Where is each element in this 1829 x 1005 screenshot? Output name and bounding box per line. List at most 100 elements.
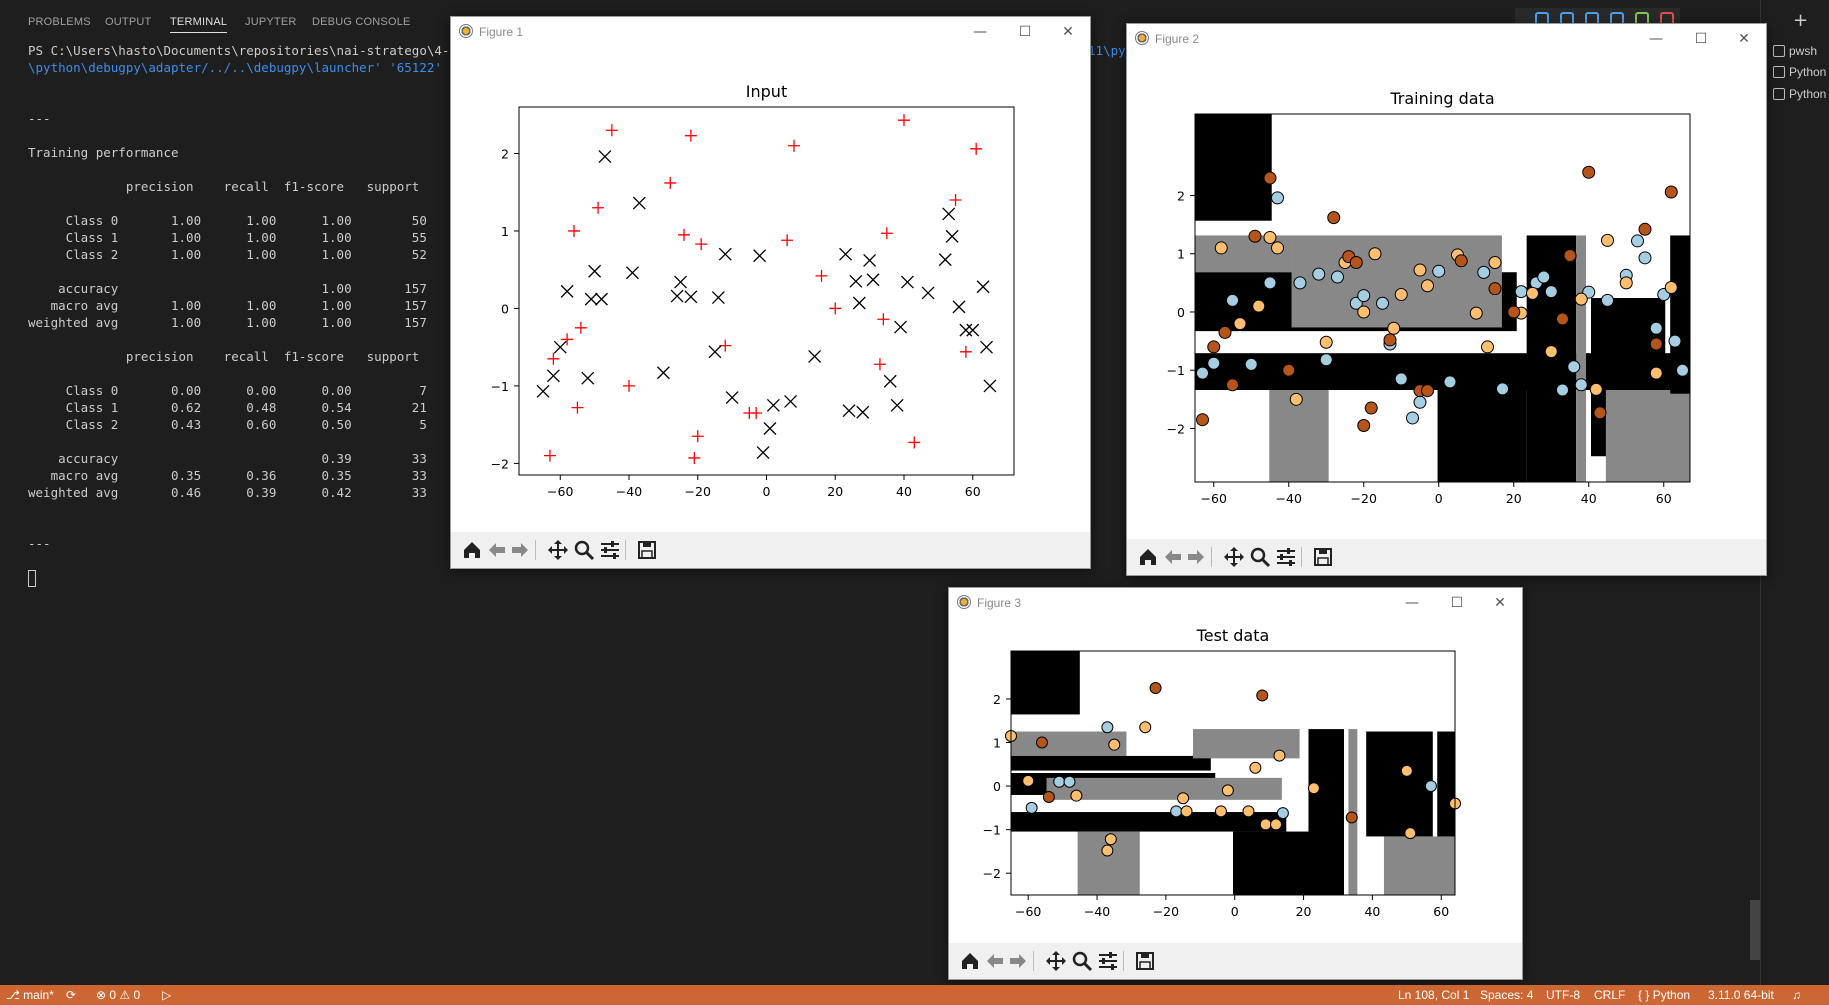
figure-window-1[interactable]: Figure 1 — ☐ ✕ −60 −40 −20 0 20 40 60 −2 −1 0 1 2 In… <box>450 16 1091 569</box>
minimize-icon[interactable]: — <box>1402 593 1422 613</box>
data-point <box>1263 171 1277 185</box>
problems-indicator[interactable]: ⊗ 0 ⚠ 0 <box>96 988 140 1002</box>
y-tick-label: 0 <box>1177 305 1185 320</box>
y-tick-label: 2 <box>1177 189 1185 204</box>
report-row: Class 2 1.00 1.00 1.00 52 <box>28 247 427 262</box>
report-row: Class 2 0.43 0.60 0.50 5 <box>28 417 427 432</box>
x-tick-label: 40 <box>1364 904 1380 919</box>
data-point <box>1477 265 1491 279</box>
x-tick-label: 40 <box>896 484 912 499</box>
home-icon[interactable] <box>959 950 981 972</box>
close-icon[interactable]: ✕ <box>1734 29 1754 49</box>
terminal-item-python[interactable]: Python <box>1773 65 1826 79</box>
decision-region <box>1308 729 1344 895</box>
bell-icon[interactable]: ♫ <box>1792 988 1801 1002</box>
configure-icon[interactable] <box>1097 950 1119 972</box>
forward-icon[interactable] <box>1185 546 1207 568</box>
data-point <box>1312 267 1326 281</box>
pan-icon[interactable] <box>1045 950 1067 972</box>
language-mode[interactable]: { } Python <box>1638 988 1690 1002</box>
forward-icon[interactable] <box>1007 950 1029 972</box>
configure-icon[interactable] <box>599 539 621 561</box>
data-point <box>1544 345 1558 359</box>
debug-icon[interactable]: ▷ <box>162 988 171 1002</box>
window-titlebar[interactable]: Figure 1 — ☐ ✕ <box>451 17 1090 47</box>
data-point <box>1327 211 1341 225</box>
data-point <box>1400 764 1413 777</box>
data-point <box>1025 801 1038 814</box>
data-point <box>1556 383 1569 397</box>
data-point <box>1383 333 1397 347</box>
data-point <box>1271 241 1284 255</box>
encoding[interactable]: UTF-8 <box>1546 988 1580 1002</box>
tab-jupyter[interactable]: JUPYTER <box>245 16 297 28</box>
decision-region <box>1526 235 1577 482</box>
report-header: precision recall f1-score support <box>28 179 420 194</box>
maximize-icon[interactable]: ☐ <box>1015 22 1035 42</box>
terminal-item-python[interactable]: Python <box>1773 87 1826 101</box>
input-chart: −60 −40 −20 0 20 40 60 −2 −1 0 1 2 Input <box>491 82 1015 499</box>
scrollbar[interactable] <box>1750 900 1760 960</box>
save-icon[interactable] <box>1134 950 1156 972</box>
decision-region <box>1605 390 1690 482</box>
pan-icon[interactable] <box>547 539 569 561</box>
minimize-icon[interactable]: — <box>1646 29 1666 49</box>
line-ending[interactable]: CRLF <box>1594 988 1625 1002</box>
terminal-item-label: pwsh <box>1789 44 1818 58</box>
data-point <box>1293 276 1307 290</box>
x-tick-label: −60 <box>1201 491 1227 506</box>
forward-icon[interactable] <box>509 539 531 561</box>
terminal-item-label: Python <box>1789 87 1827 101</box>
matplotlib-icon <box>957 595 971 609</box>
report-row: weighted avg 1.00 1.00 1.00 157 <box>28 315 427 330</box>
window-titlebar[interactable]: Figure 2 — ☐ ✕ <box>1127 24 1766 54</box>
home-icon[interactable] <box>461 539 483 561</box>
branch-indicator[interactable]: ⎇ main* <box>6 988 54 1002</box>
save-icon[interactable] <box>636 539 658 561</box>
tab-problems[interactable]: PROBLEMS <box>28 16 91 28</box>
back-icon[interactable] <box>1162 546 1184 568</box>
figure-window-2[interactable]: Figure 2 — ☐ ✕ −60 −40 −20 0 20 40 60 −2 −1 0 1 2 Tr… <box>1126 23 1767 576</box>
chart-title: Training data <box>1389 89 1494 108</box>
y-tick-label: −2 <box>491 456 509 471</box>
save-icon[interactable] <box>1312 546 1334 568</box>
tab-output[interactable]: OUTPUT <box>105 16 151 28</box>
x-tick-label: −20 <box>1351 491 1377 506</box>
zoom-icon[interactable] <box>1071 950 1093 972</box>
zoom-icon[interactable] <box>1249 546 1271 568</box>
python-interpreter[interactable]: 3.11.0 64-bit <box>1708 988 1774 1002</box>
close-icon[interactable]: ✕ <box>1058 22 1078 42</box>
terminal-cursor <box>28 570 36 587</box>
terminal-item-pwsh[interactable]: pwsh <box>1773 44 1817 58</box>
decision-region <box>1576 235 1587 482</box>
maximize-icon[interactable]: ☐ <box>1691 29 1711 49</box>
data-point <box>1022 774 1035 787</box>
minimize-icon[interactable]: — <box>970 22 990 42</box>
data-point <box>1170 805 1183 818</box>
data-point <box>1139 721 1152 734</box>
decision-region <box>1195 114 1272 221</box>
tab-terminal[interactable]: TERMINAL <box>170 16 228 33</box>
maximize-icon[interactable]: ☐ <box>1447 593 1467 613</box>
tab-debug-console[interactable]: DEBUG CONSOLE <box>312 16 411 28</box>
indentation[interactable]: Spaces: 4 <box>1480 988 1533 1002</box>
figure-window-3[interactable]: Figure 3 — ☐ ✕ −60 −40 −20 0 20 40 60 −2 −1 0 1 2 Te… <box>948 587 1523 980</box>
y-tick-label: −1 <box>1167 363 1185 378</box>
sync-icon[interactable]: ⟳ <box>66 988 76 1002</box>
window-titlebar[interactable]: Figure 3 — ☐ ✕ <box>949 588 1522 618</box>
new-terminal-button[interactable]: + <box>1793 10 1808 31</box>
data-point <box>1104 833 1117 846</box>
configure-icon[interactable] <box>1275 546 1297 568</box>
back-icon[interactable] <box>486 539 508 561</box>
plot-toolbar <box>451 532 1090 568</box>
data-point <box>1249 761 1262 774</box>
pan-icon[interactable] <box>1223 546 1245 568</box>
home-icon[interactable] <box>1137 546 1159 568</box>
cursor-position[interactable]: Ln 108, Col 1 <box>1398 988 1469 1002</box>
data-point <box>1563 248 1577 262</box>
close-icon[interactable]: ✕ <box>1490 593 1510 613</box>
report-row: macro avg 0.35 0.36 0.35 33 <box>28 468 427 483</box>
back-icon[interactable] <box>984 950 1006 972</box>
zoom-icon[interactable] <box>573 539 595 561</box>
training-data-chart: −60 −40 −20 0 20 40 60 −2 −1 0 1 2 Training data <box>1167 89 1691 506</box>
